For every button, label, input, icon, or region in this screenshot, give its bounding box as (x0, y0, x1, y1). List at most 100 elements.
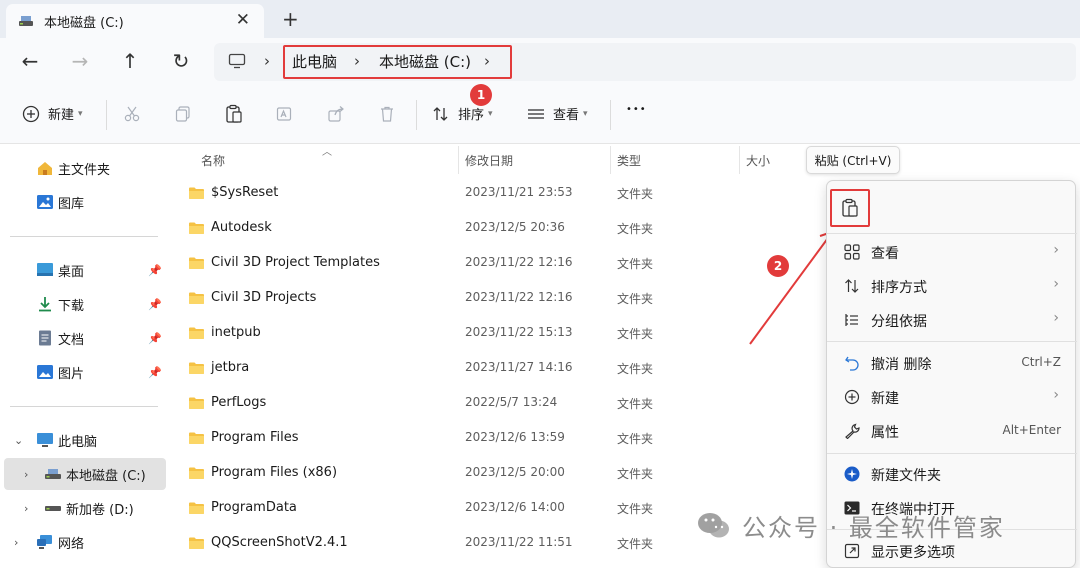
file-name[interactable]: Program Files (x86) (211, 465, 337, 480)
breadcrumb-local-disk[interactable]: 本地磁盘 (C:) (379, 51, 471, 72)
file-row[interactable]: Civil 3D Project Templates 2023/11/22 12:… (172, 246, 812, 281)
sidebar-item-desktop[interactable]: 桌面 📌 (0, 254, 172, 286)
breadcrumb-this-pc[interactable]: 此电脑 (292, 51, 337, 72)
computer-icon[interactable] (228, 53, 246, 69)
chevron-right-icon[interactable]: › (24, 468, 28, 481)
file-row[interactable]: inetpub 2023/11/22 15:13 文件夹 (172, 316, 812, 351)
file-row[interactable]: jetbra 2023/11/27 14:16 文件夹 (172, 351, 812, 386)
context-paste-button[interactable] (830, 189, 870, 227)
sidebar-item-new-volume-d[interactable]: › 新加卷 (D:) (0, 492, 172, 524)
title-bar: 本地磁盘 (C:) ✕ + (0, 0, 1080, 38)
file-name[interactable]: PerfLogs (211, 395, 266, 410)
address-bar[interactable]: › 此电脑 › 本地磁盘 (C:) › (214, 43, 1076, 81)
chevron-right-icon[interactable]: › (14, 536, 18, 549)
column-header-name[interactable]: 名称 (201, 152, 225, 169)
pin-icon[interactable]: 📌 (148, 298, 162, 311)
folder-icon (189, 467, 204, 479)
breadcrumb-separator[interactable]: › (264, 52, 270, 70)
file-name[interactable]: Program Files (211, 430, 299, 445)
menu-item-properties[interactable]: 属性 Alt+Enter (827, 415, 1077, 447)
pin-icon[interactable]: 📌 (148, 366, 162, 379)
network-icon (37, 535, 52, 549)
paste-icon[interactable] (223, 103, 245, 125)
file-name[interactable]: Autodesk (211, 220, 272, 235)
chevron-down-icon: ▾ (78, 108, 83, 119)
pin-icon[interactable]: 📌 (148, 332, 162, 345)
up-button[interactable]: ↑ (117, 48, 143, 74)
file-name[interactable]: jetbra (211, 360, 249, 375)
annotation-marker-1: 1 (470, 84, 492, 106)
column-divider[interactable] (739, 146, 740, 174)
chevron-down-icon[interactable]: ⌄ (14, 434, 23, 447)
sidebar-item-pictures[interactable]: 图片 📌 (0, 356, 172, 388)
view-list-icon (528, 108, 544, 119)
file-row[interactable]: Program Files 2023/12/6 13:59 文件夹 (172, 421, 812, 456)
file-type: 文件夹 (617, 222, 654, 236)
forward-button[interactable]: → (67, 48, 93, 74)
sidebar-item-downloads[interactable]: 下载 📌 (0, 288, 172, 320)
divider (106, 100, 107, 130)
menu-item-group-by[interactable]: 分组依据 › (827, 304, 1077, 336)
file-type: 文件夹 (617, 187, 654, 201)
file-row[interactable]: Autodesk 2023/12/5 20:36 文件夹 (172, 211, 812, 246)
file-row[interactable]: PerfLogs 2022/5/7 13:24 文件夹 (172, 386, 812, 421)
folder-icon (189, 292, 204, 304)
refresh-button[interactable]: ↻ (168, 48, 194, 74)
file-type: 文件夹 (617, 362, 654, 376)
share-icon[interactable] (325, 103, 347, 125)
column-divider[interactable] (458, 146, 459, 174)
breadcrumb-separator[interactable]: › (354, 52, 360, 70)
sidebar-item-gallery[interactable]: 图库 (0, 186, 172, 218)
column-header-type[interactable]: 类型 (617, 152, 641, 169)
column-divider[interactable] (610, 146, 611, 174)
file-name[interactable]: $SysReset (211, 185, 278, 200)
divider (416, 100, 417, 130)
sort-icon (843, 277, 861, 295)
file-row[interactable]: Program Files (x86) 2023/12/5 20:00 文件夹 (172, 456, 812, 491)
file-type: 文件夹 (617, 292, 654, 306)
tab-local-disk-c[interactable]: 本地磁盘 (C:) ✕ (6, 4, 264, 38)
copy-icon[interactable] (172, 103, 194, 125)
menu-divider (827, 341, 1077, 342)
column-header-size[interactable]: 大小 (746, 152, 770, 169)
file-name[interactable]: Civil 3D Projects (211, 290, 316, 305)
sort-button[interactable]: 排序 ▾ (432, 104, 493, 123)
file-name[interactable]: QQScreenShotV2.4.1 (211, 535, 348, 550)
view-button[interactable]: 查看 ▾ (527, 104, 588, 123)
breadcrumb-separator[interactable]: › (484, 52, 490, 70)
new-button[interactable]: 新建 ▾ (22, 104, 83, 123)
file-name[interactable]: ProgramData (211, 500, 297, 515)
sidebar-item-home[interactable]: 主文件夹 (0, 152, 172, 184)
file-type: 文件夹 (617, 467, 654, 481)
drive-icon (19, 16, 33, 26)
file-type: 文件夹 (617, 257, 654, 271)
file-name[interactable]: inetpub (211, 325, 261, 340)
sidebar-item-documents[interactable]: 文档 📌 (0, 322, 172, 354)
chevron-right-icon[interactable]: › (24, 502, 28, 515)
pin-icon[interactable]: 📌 (148, 264, 162, 277)
more-options-button[interactable]: ••• (626, 104, 647, 115)
sidebar-item-local-disk-c[interactable]: › 本地磁盘 (C:) (0, 458, 172, 490)
back-button[interactable]: ← (17, 48, 43, 74)
column-header-date[interactable]: 修改日期 (465, 152, 513, 169)
sidebar-item-this-pc[interactable]: ⌄ 此电脑 (0, 424, 172, 456)
menu-item-view[interactable]: 查看 › (827, 236, 1077, 268)
menu-item-label: 撤消 删除 (871, 357, 932, 373)
plus-circle-icon (22, 105, 40, 122)
menu-item-new[interactable]: 新建 › (827, 381, 1077, 413)
chevron-right-icon: › (1053, 242, 1059, 258)
rename-icon[interactable] (274, 103, 296, 125)
file-name[interactable]: Civil 3D Project Templates (211, 255, 380, 270)
divider (10, 406, 158, 407)
cut-icon[interactable] (121, 103, 143, 125)
menu-item-undo-delete[interactable]: 撤消 删除 Ctrl+Z (827, 347, 1077, 379)
new-tab-button[interactable]: + (282, 7, 299, 31)
menu-item-sort-by[interactable]: 排序方式 › (827, 270, 1077, 302)
file-row[interactable]: Civil 3D Projects 2023/11/22 12:16 文件夹 (172, 281, 812, 316)
file-row[interactable]: $SysReset 2023/11/21 23:53 文件夹 (172, 176, 812, 211)
menu-item-new-folder[interactable]: 新建文件夹 (827, 458, 1077, 490)
close-tab-icon[interactable]: ✕ (236, 10, 250, 30)
delete-icon[interactable] (376, 103, 398, 125)
menu-divider (827, 453, 1077, 454)
sidebar-item-network[interactable]: › 网络 (0, 526, 172, 558)
